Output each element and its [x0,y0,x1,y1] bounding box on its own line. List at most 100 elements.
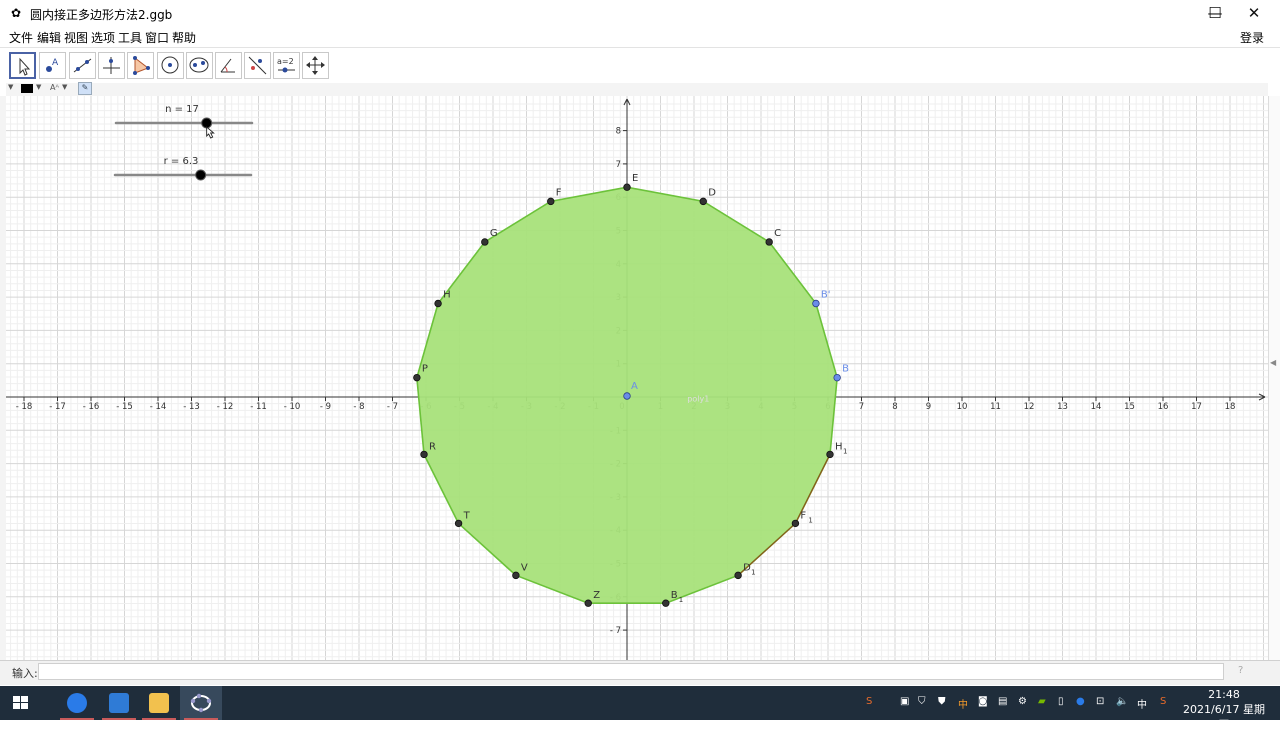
toolbar: A a=2 ↶ ↷ ? ⚙ [0,47,1280,123]
input-help-icon[interactable]: ? [1238,665,1243,676]
x-tick-label: - 11 [250,402,267,412]
tray-security-icon[interactable]: ⛊ [938,696,946,707]
x-tick-label: - 7 [387,402,398,412]
graphics-canvas[interactable]: - 18 - 17 - 16 - 15 - 14 - 13 - 12 - 11 - 10 - 9 -… [6,96,1268,660]
reflect-tool[interactable] [244,52,271,79]
menu-help[interactable]: 帮助 [172,29,196,46]
tray-display-icon[interactable]: ⊡ [1096,696,1104,707]
taskbar-file-explorer[interactable] [138,686,180,720]
y-tick-label: 8 [616,127,621,137]
windows-logo-icon [13,696,28,709]
vertex-label-subscript: 1 [751,568,755,576]
tray-network-icon[interactable]: ▣ [900,696,909,707]
taskbar-app-video[interactable] [98,686,140,720]
triangle-icon [133,56,150,75]
volume-icon[interactable]: 🔈 [1116,696,1128,707]
slider-tool[interactable]: a=2 [273,52,300,79]
center-label: A [631,381,638,392]
tray-app3-icon[interactable]: ▤ [998,696,1007,707]
x-tick-label: 14 [1091,402,1102,412]
color-swatch[interactable] [21,84,33,93]
menu-edit[interactable]: 编辑 [37,29,61,46]
menu-view[interactable]: 视图 [64,29,88,46]
circle-icon [161,56,179,74]
point-tool[interactable]: A [39,52,66,79]
ime-indicator[interactable]: 中 [1137,696,1147,711]
pin-icon[interactable]: ✎ [78,82,92,95]
y-tick-label: 7 [616,160,621,170]
taskbar-geogebra[interactable] [180,686,222,720]
pointer-icon [19,57,31,76]
tray-app-icon[interactable]: S [866,696,872,707]
vertex-label: R [429,441,436,452]
text-size-icon[interactable]: Aᴬ [50,83,59,92]
tray-app-k-icon[interactable]: ● [1076,696,1085,707]
vertex-label: B' [821,289,831,300]
tray-app4-icon[interactable]: ⚙ [1018,696,1027,707]
slider-r-handle[interactable] [195,169,207,181]
perpendicular-icon [103,57,120,74]
vertex-label: C [774,228,781,239]
start-button[interactable] [0,686,42,720]
input-field[interactable] [38,663,1224,680]
y-tick-label: - 7 [610,626,621,636]
tray-app5-icon[interactable]: S [1160,696,1166,707]
x-tick-label: 12 [1024,402,1035,412]
svg-text:a=2: a=2 [277,57,294,66]
polygon-name-label: poly1 [687,394,709,403]
move-tool[interactable] [9,52,36,79]
toggle-stylebar-icon[interactable]: ▼ [8,83,13,91]
line-tool[interactable] [69,52,96,79]
polygon-vertex [833,373,841,382]
x-tick-label: - 15 [116,402,133,412]
polygon-vertex [826,450,834,459]
vertex-label: P [422,364,428,375]
title-bar: ✿ 圆内接正多边形方法2.ggb — ☐ ✕ [0,0,1280,27]
x-tick-label: 17 [1191,402,1202,412]
vertex-label-subscript: 1 [679,596,683,604]
menu-file[interactable]: 文件 [9,29,33,46]
x-tick-label: 18 [1225,402,1236,412]
polygon-vertex [584,599,592,607]
taskbar-app-k[interactable] [56,686,98,720]
vertex-label: F [800,510,806,521]
polygon-vertex [765,238,773,246]
slider-n-label: n = 17 [165,104,199,115]
vertex-label: B [842,364,849,375]
move-view-tool[interactable] [302,52,329,79]
x-tick-label: - 10 [284,402,301,412]
perpendicular-tool[interactable] [98,52,125,79]
menu-options[interactable]: 选项 [91,29,115,46]
tray-app2-icon[interactable]: ◙ [978,696,988,707]
tray-usb-icon[interactable]: ▯ [1058,696,1064,707]
login-link[interactable]: 登录 [1240,29,1264,46]
chevron-down-icon[interactable]: ▼ [62,83,67,91]
restore-button[interactable]: ☐ [1195,0,1235,27]
tray-shield-icon[interactable]: ⛉ [918,696,926,707]
clock[interactable]: 21:48 2021/6/17 星期四 [1178,687,1270,732]
polygon-vertex [623,183,631,191]
input-bar: 输入: ? [0,660,1280,685]
circle-tool[interactable] [157,52,184,79]
polygon-tool[interactable] [127,52,154,79]
close-button[interactable]: ✕ [1234,0,1274,27]
menu-tools[interactable]: 工具 [118,29,142,46]
x-tick-label: - 13 [183,402,200,412]
angle-tool[interactable] [215,52,242,79]
expand-panel-icon[interactable]: ◀ [1270,358,1276,367]
conic-tool[interactable] [186,52,213,79]
app-k-icon [67,693,87,713]
menu-window[interactable]: 窗口 [145,29,169,46]
clock-time: 21:48 [1208,688,1240,701]
center-point [623,392,631,400]
polygon-vertex [512,571,520,580]
tray-input-icon[interactable]: 中 [958,696,968,711]
geogebra-icon: ✿ [11,6,22,20]
graphics-view[interactable]: - 18 - 17 - 16 - 15 - 14 - 13 - 12 - 11 - 10 - 9 -… [6,96,1268,660]
chevron-down-icon[interactable]: ▼ [36,83,41,91]
tray-nvidia-icon[interactable]: ▰ [1038,696,1046,707]
vertex-label: D [708,187,716,198]
x-tick-label: 7 [859,402,864,412]
side-panel-edge: ◀ [1268,96,1280,660]
vertex-label: G [490,228,498,239]
